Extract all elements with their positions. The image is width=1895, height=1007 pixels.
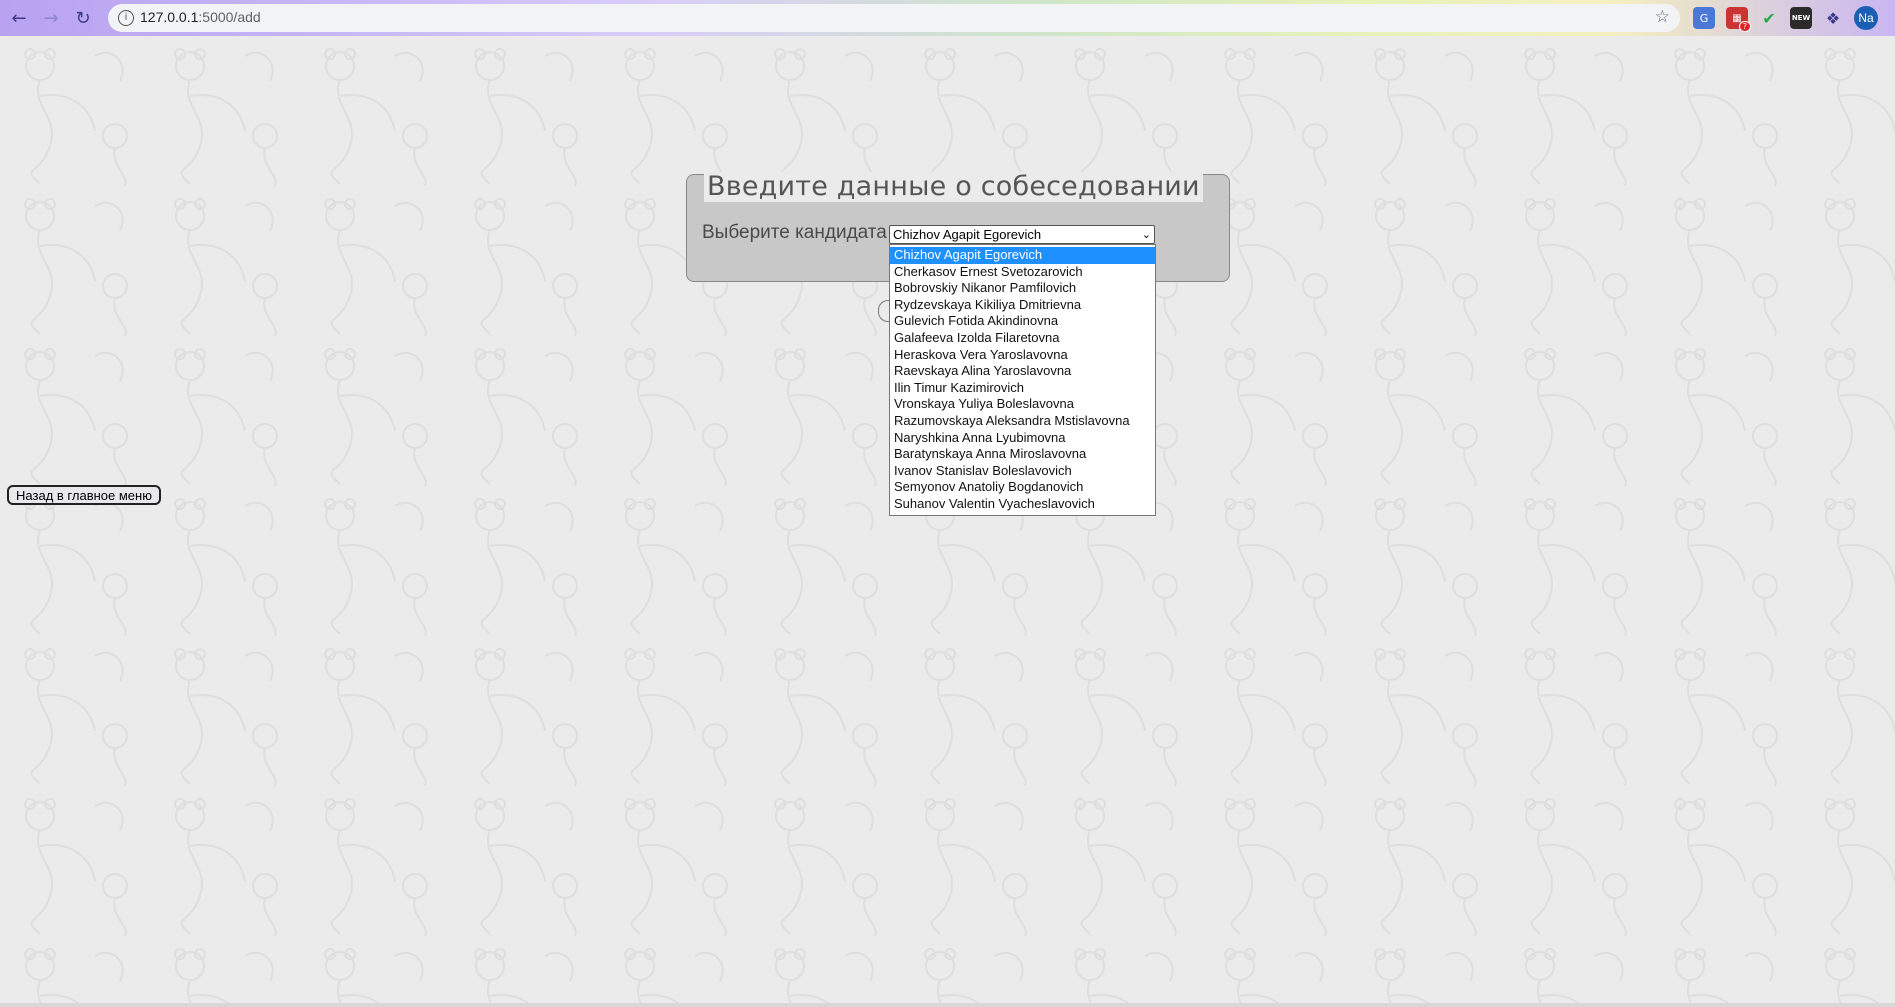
candidate-option[interactable]: Gulevich Fotida Akindinovna bbox=[890, 313, 1155, 330]
candidate-option[interactable]: Semyonov Anatoliy Bogdanovich bbox=[890, 479, 1155, 496]
candidate-option[interactable]: Bobrovskiy Nikanor Pamfilovich bbox=[890, 280, 1155, 297]
browser-toolbar: ← → ↻ i 127.0.0.1:5000/add ☆ G ▦? ✔ NEW … bbox=[0, 0, 1895, 36]
profile-avatar[interactable]: Na bbox=[1854, 6, 1878, 30]
candidate-option[interactable]: Chizhov Agapit Egorevich bbox=[890, 247, 1155, 264]
back-to-main-menu-button[interactable]: Назад в главное меню bbox=[7, 485, 161, 505]
candidate-option[interactable]: Galafeeva Izolda Filaretovna bbox=[890, 330, 1155, 347]
forward-arrow-icon[interactable]: → bbox=[38, 6, 64, 30]
form-legend: Введите данные о собеседовании bbox=[704, 172, 1203, 202]
candidate-option[interactable]: Suhanov Valentin Vyacheslavovich bbox=[890, 496, 1155, 513]
url-text[interactable]: 127.0.0.1:5000/add bbox=[140, 9, 261, 25]
shield-icon[interactable]: ✔ bbox=[1758, 7, 1780, 29]
selected-candidate: Chizhov Agapit Egorevich bbox=[893, 227, 1042, 242]
translate-icon[interactable]: G bbox=[1693, 7, 1715, 29]
candidate-dropdown: Chizhov Agapit Egorevich Cherkasov Ernest… bbox=[889, 244, 1156, 516]
candidate-option[interactable]: Raevskaya Alina Yaroslavovna bbox=[890, 363, 1155, 380]
address-bar[interactable]: i 127.0.0.1:5000/add ☆ bbox=[108, 4, 1680, 32]
candidate-option[interactable]: Ivanov Stanislav Boleslavovich bbox=[890, 463, 1155, 480]
bookmark-star-icon[interactable]: ☆ bbox=[1655, 7, 1670, 27]
candidate-option[interactable]: Razumovskaya Aleksandra Mstislavovna bbox=[890, 413, 1155, 430]
candidate-select[interactable]: Chizhov Agapit Egorevich ⌄ bbox=[889, 225, 1155, 244]
bottom-strip bbox=[0, 1003, 1895, 1007]
candidate-option[interactable]: Rydzevskaya Kikiliya Dmitrievna bbox=[890, 297, 1155, 314]
candidate-option[interactable]: Vronskaya Yuliya Boleslavovna bbox=[890, 396, 1155, 413]
tab-extension-icon[interactable]: ▦? bbox=[1726, 7, 1751, 32]
reload-icon[interactable]: ↻ bbox=[70, 6, 96, 30]
chevron-down-icon: ⌄ bbox=[1141, 228, 1151, 241]
back-arrow-icon[interactable]: ← bbox=[6, 6, 32, 30]
candidate-option[interactable]: Ilin Timur Kazimirovich bbox=[890, 380, 1155, 397]
url-path: :5000/add bbox=[198, 9, 261, 25]
news-extension-icon[interactable]: NEW bbox=[1790, 7, 1812, 29]
url-host: 127.0.0.1 bbox=[140, 9, 199, 25]
candidate-option[interactable]: Naryshkina Anna Lyubimovna bbox=[890, 430, 1155, 447]
candidate-label: Выберите кандидата bbox=[702, 222, 887, 243]
candidate-option[interactable]: Baratynskaya Anna Miroslavovna bbox=[890, 446, 1155, 463]
candidate-option[interactable]: Cherkasov Ernest Svetozarovich bbox=[890, 264, 1155, 281]
candidate-option[interactable]: Heraskova Vera Yaroslavovna bbox=[890, 347, 1155, 364]
extension-badge: ? bbox=[1738, 21, 1751, 32]
puzzle-icon[interactable]: ❖ bbox=[1822, 7, 1844, 29]
info-icon[interactable]: i bbox=[118, 10, 134, 26]
